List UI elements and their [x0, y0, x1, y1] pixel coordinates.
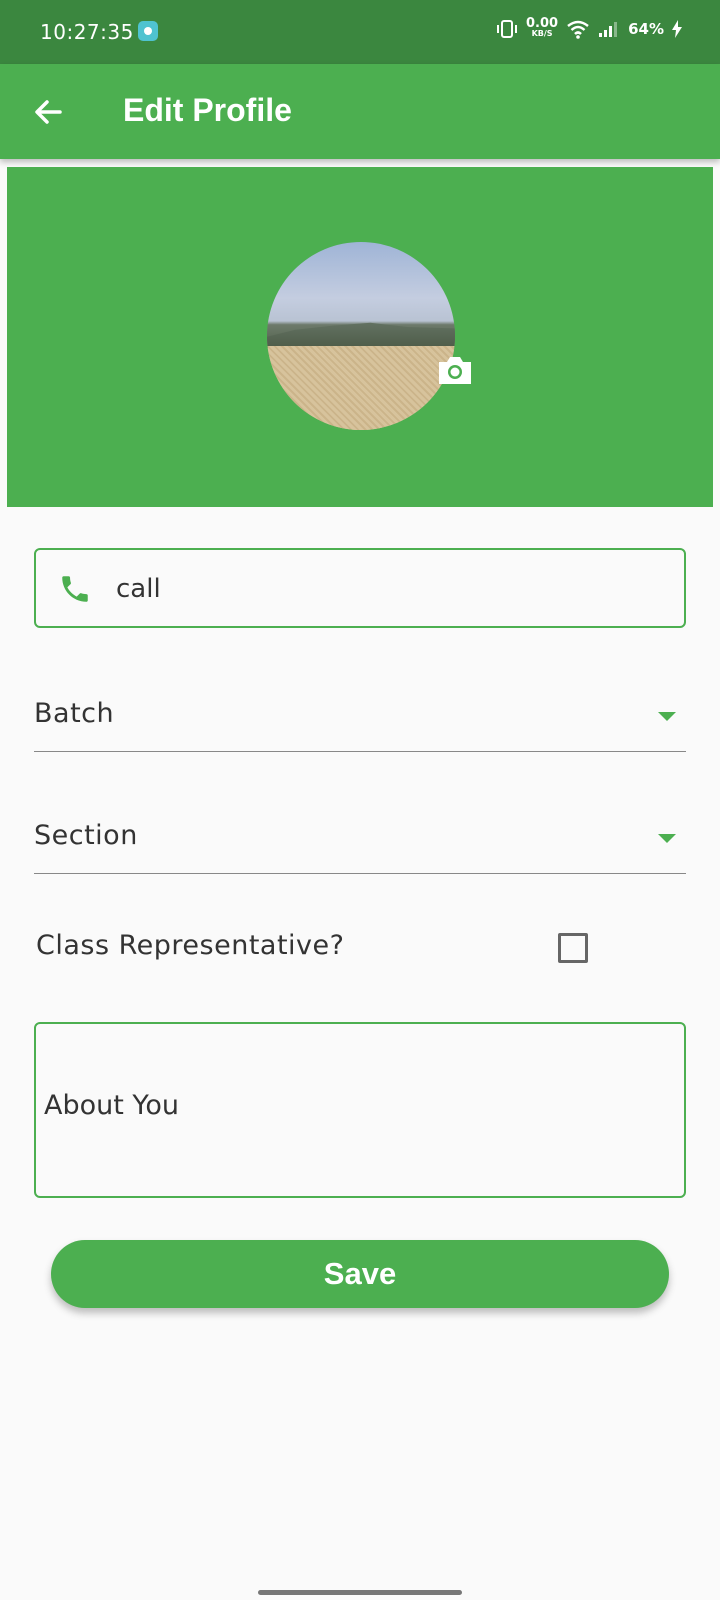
about-input[interactable] — [44, 1090, 674, 1134]
dropdown-arrow-icon — [658, 834, 676, 843]
dropdown-arrow-icon — [658, 712, 676, 721]
camera-icon[interactable] — [435, 352, 475, 388]
phone-icon — [62, 576, 88, 602]
net-speed: 0.00 KB/S — [526, 16, 559, 38]
profile-header — [7, 167, 713, 507]
class-rep-label: Class Representative? — [36, 930, 345, 961]
phone-input[interactable] — [116, 568, 656, 610]
status-icons: 0.00 KB/S 64% — [496, 16, 682, 39]
phone-field[interactable] — [34, 548, 686, 628]
signal-icon — [599, 22, 618, 37]
app-bar: Edit Profile — [0, 64, 720, 159]
avatar-photo-ground — [267, 346, 455, 430]
back-arrow-icon[interactable] — [30, 92, 70, 132]
section-dropdown-label: Section — [34, 820, 138, 851]
profile-avatar[interactable] — [267, 242, 455, 430]
section-dropdown[interactable]: Section — [34, 804, 686, 874]
save-button[interactable]: Save — [51, 1240, 669, 1308]
about-field[interactable] — [34, 1022, 686, 1198]
page-title: Edit Profile — [123, 92, 292, 128]
batch-dropdown[interactable]: Batch — [34, 682, 686, 752]
charging-icon — [672, 20, 682, 38]
wifi-icon — [567, 20, 589, 39]
home-indicator[interactable] — [258, 1590, 462, 1595]
status-time: 10:27:35 — [40, 20, 134, 44]
notification-app-icon — [138, 21, 158, 41]
vibrate-icon — [497, 20, 518, 38]
status-bar: 10:27:35 0.00 KB/S 64% — [0, 0, 720, 64]
class-rep-checkbox[interactable] — [558, 933, 588, 963]
battery-level: 64% — [628, 20, 664, 38]
batch-dropdown-label: Batch — [34, 698, 115, 729]
avatar-photo-hills — [267, 322, 455, 348]
